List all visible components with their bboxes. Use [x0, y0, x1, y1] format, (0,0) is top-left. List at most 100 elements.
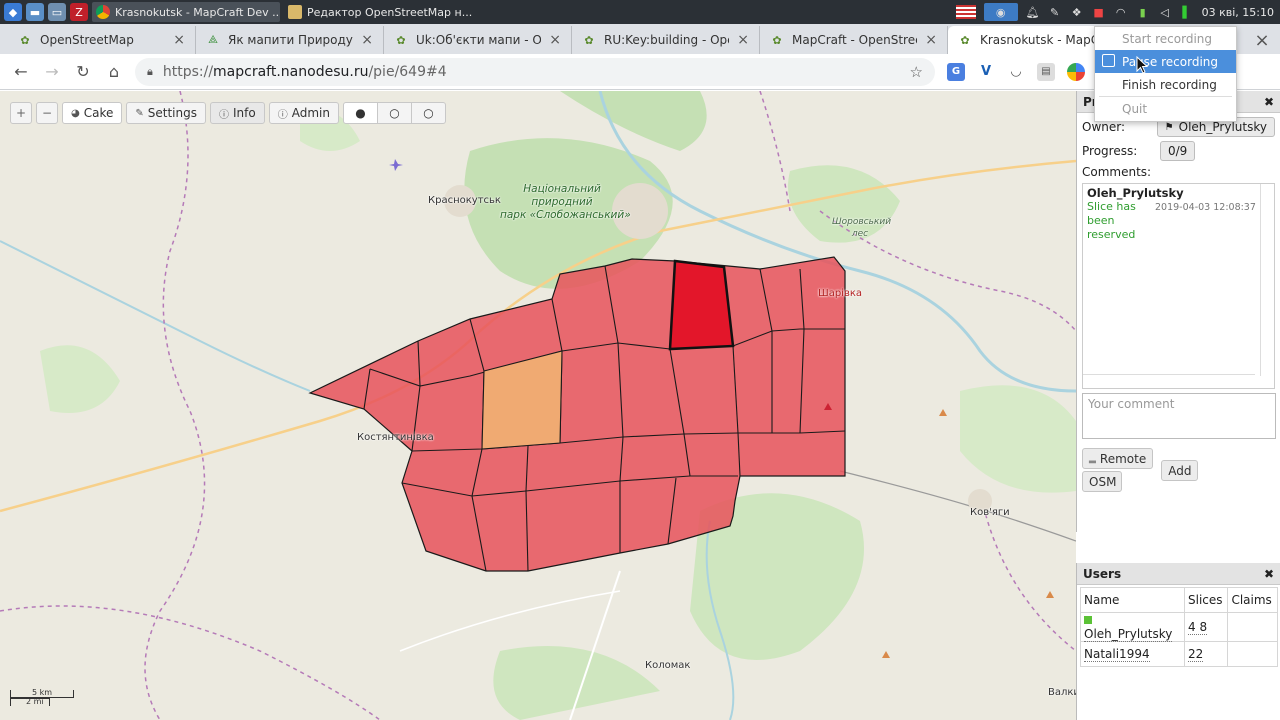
record-icon[interactable]: ■ [1092, 5, 1106, 19]
user-link[interactable]: Oleh_Prylutsky [1084, 627, 1173, 642]
remote-button[interactable]: ▂ Remote [1082, 448, 1154, 469]
translate-extension-icon[interactable]: G [947, 62, 965, 81]
settings-button[interactable]: ✎ Settings [126, 102, 206, 124]
forward-icon[interactable]: → [37, 57, 67, 87]
app-menu-icon[interactable]: ◆ [4, 3, 22, 21]
menu-item-finish-recording[interactable]: Finish recording [1095, 73, 1236, 96]
browser-tab[interactable]: ✿ MapCraft - OpenStreetM × [760, 26, 948, 54]
taskbar-task-josm[interactable]: Редактор OpenStreetMap н... [284, 2, 472, 22]
tab-label: RU:Key:building - OpenS [604, 33, 729, 47]
browser-tab[interactable]: ⟁ Як мапити Природу в × [196, 26, 384, 54]
progress-button[interactable]: 0/9 [1160, 141, 1196, 161]
menu-item-start-recording[interactable]: Start recording [1095, 27, 1236, 50]
extension-v-icon[interactable]: V [977, 63, 995, 81]
slices-link[interactable]: 4 8 [1188, 620, 1208, 635]
tab-close-icon[interactable]: × [925, 32, 937, 48]
cake-button[interactable]: ◕ Cake [62, 102, 123, 124]
editor-icon [288, 5, 302, 19]
chrome-tray-icon[interactable]: ◉ [983, 3, 1018, 21]
reload-icon[interactable]: ↻ [68, 57, 98, 87]
folder-icon[interactable]: ▭ [48, 3, 66, 21]
clock[interactable]: 03 кві, 15:10 [1202, 6, 1274, 19]
admin-boundary [144, 91, 206, 720]
osm-favicon-icon: ✿ [960, 33, 970, 47]
view-mode-option[interactable]: ○ [376, 102, 412, 124]
url-text: https://mapcraft.nanodesu.ru/pie/649#4 [162, 63, 447, 80]
map-label-forest: Шоровський лес [832, 217, 892, 239]
owner-value: Oleh_Prylutsky [1178, 120, 1267, 134]
comment-time: 2019-04-03 12:08:37 [1155, 202, 1256, 213]
progress-row: Progress: 0/9 [1077, 139, 1280, 163]
view-mode-option[interactable]: ○ [410, 102, 446, 124]
tab-close-icon[interactable]: × [173, 32, 185, 48]
signal-icon: ▂ [1089, 453, 1096, 464]
address-bar[interactable]: 🔒︎ https://mapcraft.nanodesu.ru/pie/649#… [135, 57, 935, 86]
dropbox-icon[interactable]: ❖ [1070, 5, 1084, 19]
table-row: Natali1994 22 [1080, 641, 1278, 667]
volume-icon[interactable]: ◁ [1158, 5, 1172, 19]
taskbar-task-chrome[interactable]: Krasnokutsk - MapCraft Dev ... [92, 2, 280, 22]
user-name-cell: Oleh_Prylutsky [1080, 612, 1185, 642]
browser-tab[interactable]: ✿ Uk:Об'єкти мапи - Ope × [384, 26, 572, 54]
osm-favicon-icon: ✿ [584, 33, 594, 47]
battery-icon[interactable]: ▮ [1136, 5, 1150, 19]
zoom-in-button[interactable]: + [10, 102, 32, 124]
home-icon[interactable]: ⌂ [99, 57, 129, 87]
tab-label: OpenStreetMap [40, 33, 134, 47]
admin-button[interactable]: ⓘ Admin [268, 102, 339, 124]
tab-close-icon[interactable]: × [361, 32, 373, 48]
comment-text: Slice has been reserved [1087, 200, 1136, 241]
notification-bell-icon[interactable]: 🔔︎ [1026, 5, 1040, 19]
info-label: Info [232, 106, 256, 120]
tab-label: MapCraft - OpenStreetM [792, 33, 917, 47]
back-icon[interactable]: ← [6, 57, 36, 87]
slices-link[interactable]: 22 [1188, 647, 1204, 662]
column-header: Claims [1227, 587, 1278, 613]
osm-favicon-icon: ✿ [772, 33, 782, 47]
bookmark-star-icon[interactable]: ☆ [910, 63, 923, 81]
system-tray: ◉ 🔔︎ ✎ ❖ ■ ◠ ▮ ◁ ▌ 03 кві, 15:10 [955, 3, 1280, 21]
new-tab-button[interactable]: × [1248, 26, 1276, 54]
browser-tab[interactable]: ✿ RU:Key:building - OpenS × [572, 26, 760, 54]
comments-list[interactable]: Oleh_Prylutsky Slice has been reserved 2… [1082, 183, 1275, 389]
map-label-kolomak: Коломак [645, 660, 691, 671]
wifi-icon[interactable]: ◠ [1114, 5, 1128, 19]
peak-icon [1046, 591, 1054, 598]
close-icon[interactable]: ✖ [1264, 567, 1274, 581]
lock-icon[interactable]: 🔒︎ [147, 65, 153, 79]
map-label-valky: Валки [1048, 687, 1076, 698]
browser-tab[interactable]: ✿ OpenStreetMap × [8, 26, 196, 54]
forest-area [40, 345, 120, 413]
close-icon[interactable]: ✖ [1264, 95, 1274, 109]
tab-close-icon[interactable]: × [737, 32, 749, 48]
map-label-krasnokutsk: Краснокутськ [428, 195, 501, 206]
info-button[interactable]: ⓘ Info [209, 102, 265, 124]
pocket-extension-icon[interactable]: ◡ [1007, 63, 1025, 81]
reader-extension-icon[interactable]: ▤ [1037, 62, 1055, 81]
owner-label: Owner: [1082, 120, 1126, 134]
map-scale: 5 km 2 mi [10, 688, 74, 706]
zoom-out-button[interactable]: − [36, 102, 58, 124]
menu-item-quit[interactable]: Quit [1095, 97, 1236, 120]
wrench-icon: ✎ [135, 107, 144, 119]
keyboard-layout-flag-icon[interactable] [955, 5, 976, 19]
color-extension-icon[interactable] [1067, 62, 1085, 81]
view-mode-option[interactable]: ● [342, 102, 378, 124]
add-comment-button[interactable]: Add [1161, 460, 1199, 481]
column-header: Slices [1183, 587, 1229, 613]
tab-close-icon[interactable]: × [549, 32, 561, 48]
user-claims-cell [1227, 612, 1278, 642]
filezilla-icon[interactable]: Z [70, 3, 88, 21]
vertical-scrollbar[interactable] [1260, 184, 1274, 376]
pie-slice-selected [668, 259, 735, 351]
recording-menu: Start recording Pause recording Finish r… [1094, 26, 1237, 122]
osm-button[interactable]: OSM [1082, 471, 1122, 492]
user-link[interactable]: Natali1994 [1084, 647, 1150, 662]
file-manager-icon[interactable]: ▬ [26, 3, 44, 21]
menu-item-pause-recording[interactable]: Pause recording [1095, 50, 1236, 73]
comment-input[interactable] [1082, 393, 1276, 439]
map-canvas[interactable]: Краснокутськ Національний природний парк… [0, 91, 1076, 720]
taskbar-task-label: Редактор OpenStreetMap н... [307, 5, 472, 19]
pencil-icon[interactable]: ✎ [1048, 5, 1062, 19]
horizontal-scrollbar[interactable] [1083, 374, 1255, 388]
